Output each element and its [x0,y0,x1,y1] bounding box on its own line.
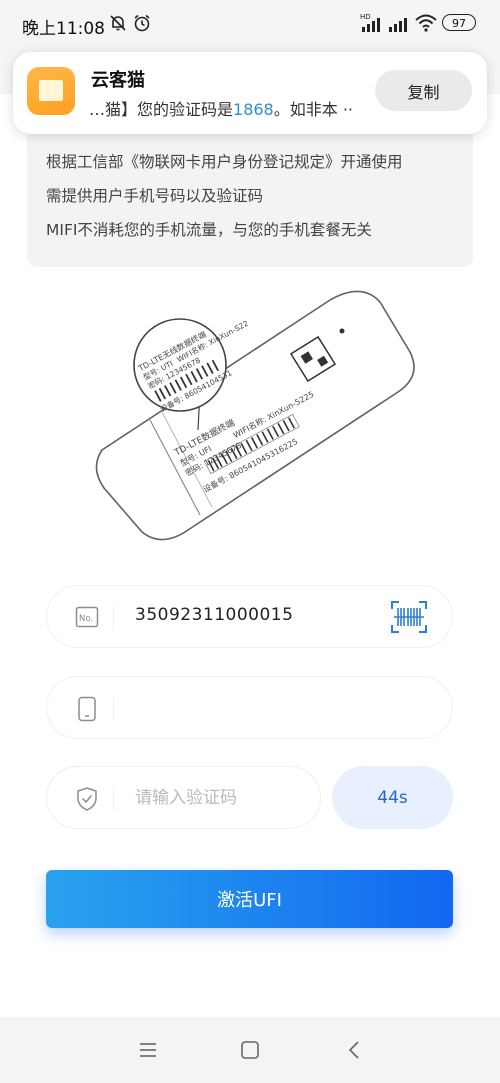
field-divider [113,697,114,721]
copy-button[interactable]: 复制 [375,70,472,111]
phone-field[interactable] [46,676,453,739]
activation-screen: 晚上11:08 HD 97 根据工信部《物联网卡用户身份登记规定》开通使用 需提… [0,0,500,1083]
battery-icon: 97 [442,14,476,31]
info-line-3: MIFI不消耗您的手机流量，与您的手机套餐无关 [46,221,372,239]
sms-notification[interactable]: 云客猫 …猫】您的验证码是1868。如非本 ·· 复制 [13,52,487,134]
verification-code-field[interactable] [46,766,321,829]
field-divider [113,787,114,811]
notification-app-name: 云客猫 [91,70,145,91]
verification-code: 1868 [233,100,274,119]
status-time: 晚上11:08 [22,19,105,39]
menu-icon[interactable] [136,1039,160,1061]
ufi-device-illustration: TD-LTE数据终端 型号: UFI WIFI名称: XinXun-5225 密… [80,280,426,560]
notification-body-prefix: …猫】您的验证码是 [89,100,234,119]
signal-icon [388,14,410,38]
no-icon: No. [75,605,99,633]
system-nav-bar [0,1017,500,1083]
verification-code-input[interactable] [133,782,307,814]
activate-ufi-button[interactable]: 激活UFI [46,870,453,928]
note-app-icon [27,67,75,115]
silent-bell-icon [108,13,128,37]
resend-countdown-button[interactable]: 44s [332,766,453,829]
wifi-icon [414,13,438,37]
svg-text:No.: No. [79,614,93,624]
device-number-value[interactable]: 35092311000015 [135,605,293,625]
notification-body: …猫】您的验证码是1868。如非本 ·· [89,96,375,120]
hd-signal-icon: HD [360,12,384,38]
home-icon[interactable] [238,1039,262,1061]
info-line-2: 需提供用户手机号码以及验证码 [46,187,264,205]
status-bar: 晚上11:08 HD 97 [0,0,500,48]
device-number-field[interactable]: No. 35092311000015 [46,585,453,648]
field-divider [113,606,114,630]
phone-input[interactable] [133,692,397,724]
barcode-scan-icon[interactable] [390,600,428,638]
shield-check-icon [75,786,99,816]
info-card: 根据工信部《物联网卡用户身份登记规定》开通使用 需提供用户手机号码以及验证码 M… [27,134,473,267]
svg-text:HD: HD [360,13,371,21]
phone-icon [75,696,99,726]
notification-body-suffix: 。如非本 ·· [273,100,353,119]
info-line-1: 根据工信部《物联网卡用户身份登记规定》开通使用 [46,153,403,171]
alarm-icon [132,13,152,37]
back-icon[interactable] [343,1039,367,1061]
